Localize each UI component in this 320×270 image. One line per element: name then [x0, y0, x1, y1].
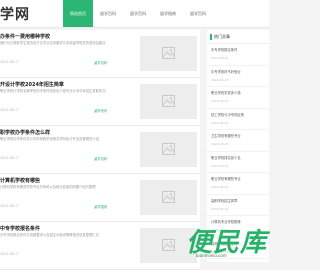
article-category[interactable]: 留学资讯 — [94, 108, 107, 113]
nav-item-4[interactable]: 留学百科 — [183, 0, 213, 27]
nav-item-1[interactable]: 留学百科 — [93, 0, 123, 27]
article-desc: 中专学校报名条件与流程要求以及招生对象说明等相关信息整理汇总 — [0, 233, 99, 237]
article-desc: 我们为已录取学生提供全方位学业支持服务与本校留学相关的咨询及建议 — [0, 41, 106, 45]
sidebar-item-date: 2024-06-27 — [211, 99, 229, 103]
article-title[interactable]: 计算机学校有哪些 — [0, 177, 40, 184]
sidebar-item[interactable]: 职业学校学费多少钱 2024-06-27 — [207, 87, 269, 109]
image-placeholder-icon[interactable] — [140, 180, 197, 215]
article-title[interactable]: 办条件一费用哪种学校 — [0, 33, 50, 40]
article-desc: 职业学校计学校名单学校办学条件特色及介绍专业计划今年招生录取情况 — [0, 89, 106, 93]
article-card[interactable]: 职学校办学条件怎么样 职业学校办学条件怎么样学校教学资源办学特色与专业设置概况介… — [0, 126, 200, 174]
sidebar-heading-label: 热门文章 — [214, 34, 230, 39]
sidebar-item-date: 2024-06-27 — [211, 120, 229, 125]
sidebar-item-title[interactable]: 技工学校与中专的区别 — [211, 112, 267, 117]
article-date: 2024-06-27 — [0, 60, 20, 64]
nav-item-home[interactable]: 网站首页 — [63, 0, 93, 27]
sidebar-item[interactable]: 中专学校报名条件 2024-06-27 — [207, 44, 269, 66]
sidebar-item-date: 2024-06-27 — [211, 206, 229, 211]
article-date: 2024-06-27 — [0, 108, 20, 112]
article-date: 2024-06-27 — [0, 156, 20, 160]
sidebar-item-title[interactable]: 职业学校排名前十名 — [211, 155, 267, 160]
sidebar-item-date: 2024-06-27 — [211, 56, 229, 60]
article-date: 2024-06-27 — [0, 204, 20, 208]
sidebar-item-title[interactable]: 卫生学校有哪些专业 — [211, 133, 267, 138]
sidebar-item-date: 2024-06-27 — [211, 142, 229, 146]
article-category[interactable]: 留学百科 — [94, 60, 107, 65]
sidebar-item[interactable]: 中专学校好不好就业 2024-06-27 — [207, 66, 269, 87]
nav-item-3[interactable]: 留学指南 — [153, 0, 183, 27]
site-logo[interactable]: 学网 — [0, 4, 30, 24]
article-list: 办条件一费用哪种学校 我们为已录取学生提供全方位学业支持服务与本校留学相关的咨询… — [0, 30, 200, 270]
sidebar-item-title[interactable]: 高职学校招生简章 — [211, 198, 267, 203]
sidebar-item[interactable]: 高职学校招生简章 2024-06-27 — [207, 195, 269, 216]
article-card[interactable]: 中专学校报名条件 中专学校报名条件与流程要求以及招生对象说明等相关信息整理汇总 … — [0, 222, 200, 270]
sidebar-item[interactable]: 职业学校有哪些专业 2024-06-27 — [207, 173, 269, 195]
watermark-logo: 便民库 bianminku.com — [186, 222, 269, 262]
sidebar-item-date: 2024-06-27 — [211, 163, 229, 168]
article-date: 2024-06-27 — [0, 252, 20, 256]
image-placeholder-icon[interactable] — [140, 36, 197, 71]
article-card[interactable]: 开设计学校2024年招生简章 职业学校计学校名单学校办学条件特色及介绍专业计划今… — [0, 78, 200, 126]
article-title[interactable]: 开设计学校2024年招生简章 — [0, 81, 64, 88]
article-title[interactable]: 中专学校报名条件 — [0, 225, 40, 232]
image-placeholder-icon[interactable] — [140, 132, 197, 167]
sidebar-item[interactable]: 技工学校与中专的区别 2024-06-27 — [207, 109, 269, 130]
sidebar-item-date: 2024-06-27 — [211, 77, 229, 82]
nav-item-2[interactable]: 留学百科 — [123, 0, 153, 27]
top-bar: 学网 网站首页 留学百科 留学百科 留学指南 留学百科 — [0, 0, 269, 28]
sidebar-item-date: 2024-06-27 — [211, 185, 229, 189]
sidebar-item-title[interactable]: 中专学校好不好就业 — [211, 69, 267, 74]
article-category[interactable]: 留学国家 — [94, 204, 107, 209]
article-desc: 职业学校办学条件怎么样学校教学资源办学特色与专业设置概况介绍 — [0, 137, 99, 141]
main-nav: 网站首页 留学百科 留学百科 留学指南 留学百科 — [63, 0, 213, 27]
article-card[interactable]: 办条件一费用哪种学校 我们为已录取学生提供全方位学业支持服务与本校留学相关的咨询… — [0, 30, 200, 78]
article-category[interactable]: 留学百科 — [94, 156, 107, 161]
sidebar-item-title[interactable]: 职业学校有哪些专业 — [211, 176, 267, 181]
sidebar-item-title[interactable]: 中专学校报名条件 — [211, 47, 267, 52]
sidebar-item-title[interactable]: 职业学校学费多少钱 — [211, 90, 267, 95]
article-desc: 计算机学校有哪些学校专业与师资以及就业前景的简要介绍与整理 — [0, 185, 96, 189]
article-card[interactable]: 计算机学校有哪些 计算机学校有哪些学校专业与师资以及就业前景的简要介绍与整理 2… — [0, 174, 200, 222]
sidebar-item[interactable]: 卫生学校有哪些专业 2024-06-27 — [207, 130, 269, 152]
sidebar-heading: 热门文章 — [207, 30, 269, 44]
image-placeholder-icon[interactable] — [140, 84, 197, 119]
sidebar-item[interactable]: 职业学校排名前十名 2024-06-27 — [207, 152, 269, 173]
article-title[interactable]: 职学校办学条件怎么样 — [0, 129, 50, 136]
watermark-url: bianminku.com — [196, 253, 227, 258]
